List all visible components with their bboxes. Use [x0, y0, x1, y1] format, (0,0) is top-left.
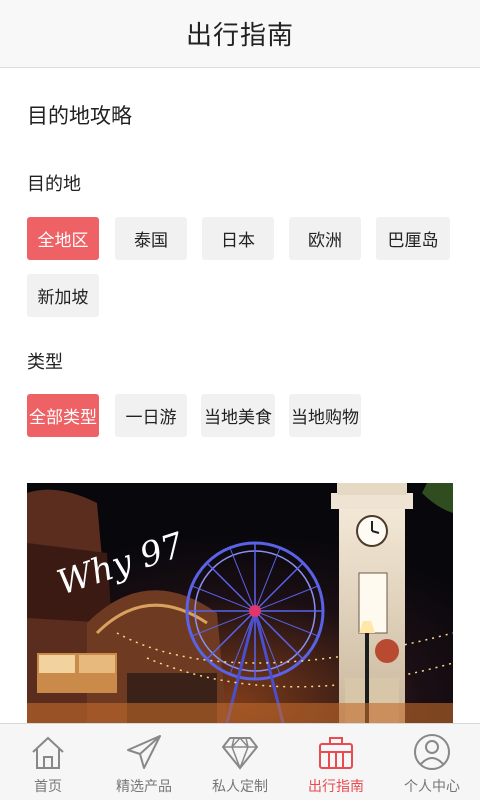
tab-profile[interactable]: 个人中心: [384, 724, 480, 800]
destination-chip-thailand[interactable]: 泰国: [115, 217, 187, 260]
tab-home[interactable]: 首页: [0, 724, 96, 800]
clock-tower: [331, 483, 413, 723]
type-label: 类型: [27, 352, 63, 373]
suitcase-icon: [319, 737, 353, 769]
destination-chip-singapore[interactable]: 新加坡: [27, 274, 99, 317]
tab-travel-guide[interactable]: 出行指南: [288, 724, 384, 800]
tab-label: 精选产品: [116, 779, 172, 795]
type-chip-local-shopping[interactable]: 当地购物: [289, 394, 361, 437]
destination-chip-europe[interactable]: 欧洲: [289, 217, 361, 260]
paper-plane-icon: [127, 735, 161, 769]
tab-featured[interactable]: 精选产品: [96, 724, 192, 800]
page-title: 出行指南: [185, 21, 294, 51]
destination-filter-group: 全地区 泰国 日本 欧洲 巴厘岛 新加坡: [27, 217, 467, 322]
tab-label: 出行指南: [308, 779, 364, 795]
tab-label: 私人定制: [212, 779, 268, 795]
destination-chip-bali[interactable]: 巴厘岛: [376, 217, 450, 260]
type-chip-local-food[interactable]: 当地美食: [201, 394, 275, 437]
home-icon: [32, 736, 64, 769]
top-bar: 出行指南: [0, 0, 480, 68]
tab-label: 首页: [34, 779, 62, 795]
tab-custom[interactable]: 私人定制: [192, 724, 288, 800]
section-title: 目的地攻略: [27, 104, 132, 128]
guide-content[interactable]: 目的地攻略 目的地 全地区 泰国 日本 欧洲 巴厘岛 新加坡 类型 全部类型 一…: [0, 68, 480, 723]
destination-label: 目的地: [27, 174, 81, 195]
type-filter-group: 全部类型 一日游 当地美食 当地购物: [27, 394, 467, 439]
diamond-icon: [222, 736, 258, 771]
destination-chip-japan[interactable]: 日本: [202, 217, 274, 260]
type-chip-day-tour[interactable]: 一日游: [115, 394, 187, 437]
tab-label: 个人中心: [404, 779, 460, 795]
destination-chip-all[interactable]: 全地区: [27, 217, 99, 260]
bottom-tab-bar: 首页 精选产品 私人定制 出行指南 个人中心: [0, 723, 480, 800]
destination-photo[interactable]: Why 97: [27, 483, 453, 723]
user-icon: [414, 734, 450, 770]
type-chip-all[interactable]: 全部类型: [27, 394, 99, 437]
night-market-illustration: Why 97: [27, 483, 453, 723]
